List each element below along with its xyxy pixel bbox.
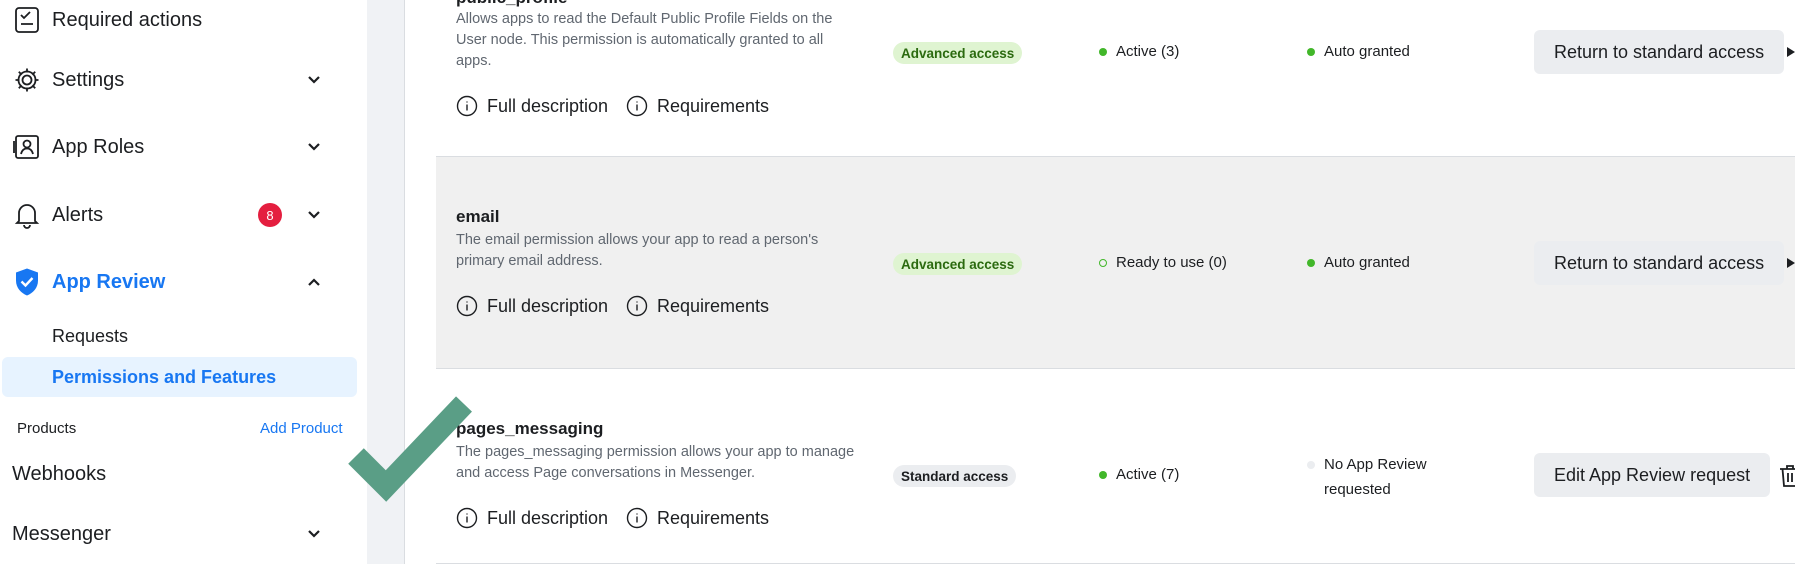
requirements-link[interactable]: Requirements [626,295,769,317]
nav-label: Required actions [52,8,203,31]
chevron-down-icon[interactable] [304,205,324,225]
nav-label: Messenger [12,522,111,545]
access-level-badge: Advanced access [893,42,1023,64]
return-to-standard-button[interactable]: Return to standard access [1534,241,1785,285]
chevron-up-icon[interactable] [304,272,324,292]
nav-required-actions[interactable]: Required actions [12,0,352,40]
review-status: Auto granted [1307,254,1410,271]
sidebar: Required actions Settings App Roles Aler… [0,0,367,564]
review-status: No App Review requested [1307,452,1444,502]
checklist-icon [12,5,42,35]
status-dot [1307,258,1315,267]
requirements-link[interactable]: Requirements [626,507,769,529]
nav-app-review[interactable]: App Review [12,262,352,302]
info-icon [626,507,648,529]
usage-status: Active (7) [1099,466,1179,483]
info-icon [456,507,478,529]
permission-title: public_profile [456,0,567,8]
usage-status: Active (3) [1099,43,1179,60]
id-badge-icon [12,132,42,162]
nav-settings[interactable]: Settings [12,60,352,100]
nav-label: Webhooks [12,462,107,485]
status-dot [1099,47,1107,56]
info-icon [626,95,648,117]
permission-description: The pages_messaging permission allows yo… [456,444,855,481]
info-icon [456,95,478,117]
products-heading: Products [17,420,77,437]
requirements-link[interactable]: Requirements [626,95,769,117]
info-icon [456,295,478,317]
bell-icon [12,200,42,230]
nav-alerts[interactable]: Alerts 8 [12,195,352,235]
edit-app-review-request-button[interactable]: Edit App Review request [1534,453,1771,497]
more-actions-icon[interactable] [1787,258,1795,268]
access-level-badge: Advanced access [893,253,1023,275]
subnav-permissions-features[interactable]: Permissions and Features [2,357,357,397]
chevron-down-icon[interactable] [304,137,324,157]
add-product-link[interactable]: Add Product [260,420,343,437]
review-status: Auto granted [1307,43,1410,60]
subnav-requests[interactable]: Requests [52,326,128,347]
permission-row: pages_messaging The pages_messaging perm… [436,369,1795,564]
status-dot [1307,461,1315,469]
nav-webhooks[interactable]: Webhooks [12,454,352,494]
access-level-badge: Standard access [893,465,1017,487]
return-to-standard-button[interactable]: Return to standard access [1534,30,1785,74]
subnav-label: Permissions and Features [52,367,277,387]
info-icon [626,295,648,317]
trash-icon[interactable] [1778,463,1795,489]
status-dot [1307,47,1315,56]
gear-icon [12,65,42,95]
permission-title: email [456,207,500,226]
permission-description: The email permission allows your app to … [456,232,819,269]
chevron-down-icon[interactable] [304,524,324,544]
nav-label: Alerts [52,203,104,226]
nav-label: Settings [52,68,125,91]
nav-label: App Review [52,270,166,293]
usage-status: Ready to use (0) [1099,254,1227,271]
full-description-link[interactable]: Full description [456,95,608,117]
permission-row: email The email permission allows your a… [436,157,1795,369]
full-description-link[interactable]: Full description [456,507,608,529]
permission-description: Allows apps to read the Default Public P… [456,11,833,69]
alerts-count-badge: 8 [258,203,282,227]
shield-check-icon [12,267,42,297]
nav-label: App Roles [52,135,145,158]
status-dot [1099,470,1107,479]
chevron-down-icon[interactable] [304,70,324,90]
checkmark-icon [348,396,472,502]
nav-app-roles[interactable]: App Roles [12,127,352,167]
nav-messenger[interactable]: Messenger [12,514,352,554]
status-dot [1099,258,1107,267]
permission-row: public_profile Allows apps to read the D… [436,0,1795,157]
permission-title: pages_messaging [456,419,604,438]
more-actions-icon[interactable] [1787,47,1795,57]
full-description-link[interactable]: Full description [456,295,608,317]
